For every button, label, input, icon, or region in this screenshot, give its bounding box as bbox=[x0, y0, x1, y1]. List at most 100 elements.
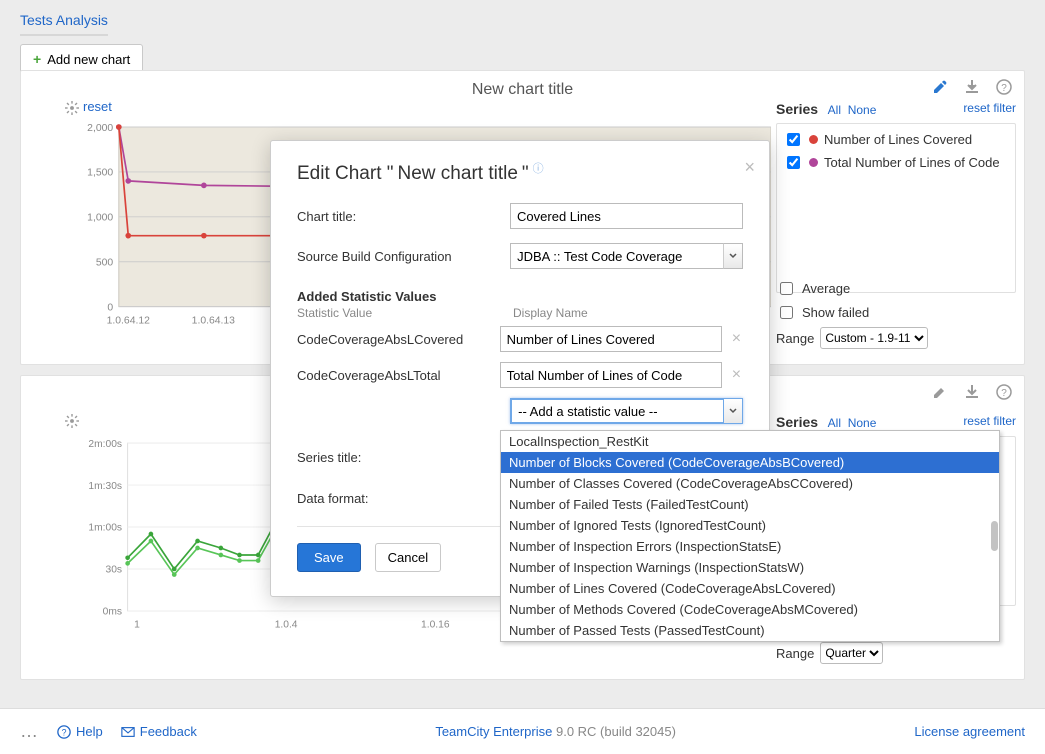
statistic-value-name: CodeCoverageAbsLTotal bbox=[297, 368, 500, 383]
series-none-link[interactable]: None bbox=[848, 416, 877, 430]
series-color-dot bbox=[809, 135, 818, 144]
svg-text:1m:30s: 1m:30s bbox=[88, 481, 122, 492]
svg-text:1.0.4: 1.0.4 bbox=[275, 620, 298, 631]
series-item[interactable]: Total Number of Lines of Code bbox=[783, 151, 1009, 174]
series-all-link[interactable]: All bbox=[828, 103, 841, 117]
remove-icon[interactable]: × bbox=[730, 330, 743, 348]
display-name-subheading: Display Name bbox=[513, 306, 588, 320]
dropdown-option[interactable]: Number of Inspection Warnings (Inspectio… bbox=[501, 557, 999, 578]
more-icon[interactable]: … bbox=[20, 721, 39, 742]
dropdown-option[interactable]: Number of Failed Tests (FailedTestCount) bbox=[501, 494, 999, 515]
dropdown-option[interactable]: Number of Classes Covered (CodeCoverageA… bbox=[501, 473, 999, 494]
svg-text:1.0.64.12: 1.0.64.12 bbox=[107, 316, 150, 327]
help-link[interactable]: ? Help bbox=[57, 724, 103, 739]
download-icon[interactable] bbox=[964, 79, 980, 95]
dropdown-option[interactable]: LocalInspection_RestKit bbox=[501, 431, 999, 452]
series-all-link[interactable]: All bbox=[828, 416, 841, 430]
svg-text:1m:00s: 1m:00s bbox=[88, 523, 122, 534]
chart-title-input[interactable] bbox=[510, 203, 743, 229]
add-new-chart-label: Add new chart bbox=[47, 52, 130, 67]
source-build-combo[interactable] bbox=[510, 243, 743, 269]
footer: … ? Help Feedback TeamCity Enterprise 9.… bbox=[0, 708, 1045, 754]
add-statistic-combo[interactable] bbox=[510, 398, 743, 424]
average-checkbox[interactable] bbox=[780, 282, 793, 295]
chart-title-label: Chart title: bbox=[297, 209, 510, 224]
chart1-title: New chart title bbox=[21, 71, 1024, 99]
series-none-link[interactable]: None bbox=[848, 103, 877, 117]
statistic-value-subheading: Statistic Value bbox=[297, 306, 513, 320]
statistic-dropdown[interactable]: LocalInspection_RestKitNumber of Blocks … bbox=[500, 430, 1000, 642]
license-link[interactable]: License agreement bbox=[914, 724, 1025, 739]
reset-filter-link[interactable]: reset filter bbox=[963, 414, 1016, 428]
svg-text:1.0.16: 1.0.16 bbox=[421, 620, 450, 631]
plus-icon: + bbox=[33, 51, 41, 67]
series-checkbox[interactable] bbox=[787, 133, 800, 146]
close-icon[interactable]: × bbox=[744, 157, 755, 178]
display-name-input[interactable] bbox=[500, 326, 722, 352]
svg-text:1,000: 1,000 bbox=[87, 213, 113, 224]
source-build-label: Source Build Configuration bbox=[297, 249, 510, 264]
range-label: Range bbox=[776, 646, 814, 661]
help-icon[interactable]: ? bbox=[996, 384, 1012, 400]
added-values-heading: Added Statistic Values bbox=[297, 289, 513, 304]
cancel-button[interactable]: Cancel bbox=[375, 543, 441, 572]
dropdown-option[interactable]: Number of Ignored Tests (IgnoredTestCoun… bbox=[501, 515, 999, 536]
chevron-down-icon[interactable] bbox=[723, 243, 743, 269]
edit-icon[interactable] bbox=[932, 79, 948, 95]
svg-text:0ms: 0ms bbox=[103, 607, 122, 618]
svg-text:1: 1 bbox=[134, 620, 140, 631]
series-header: Series bbox=[776, 414, 818, 430]
series-label: Number of Lines Covered bbox=[824, 132, 972, 147]
save-button[interactable]: Save bbox=[297, 543, 361, 572]
dropdown-option[interactable]: Number of Blocks Covered (CodeCoverageAb… bbox=[501, 452, 999, 473]
series-label: Total Number of Lines of Code bbox=[824, 155, 1000, 170]
statistic-row: CodeCoverageAbsLCovered × bbox=[297, 326, 743, 352]
series-list: Number of Lines Covered Total Number of L… bbox=[776, 123, 1016, 293]
svg-text:30s: 30s bbox=[105, 565, 122, 576]
reset-zoom-link[interactable]: reset bbox=[83, 99, 112, 114]
scrollbar-thumb[interactable] bbox=[991, 521, 998, 551]
show-failed-label: Show failed bbox=[802, 305, 869, 320]
feedback-link[interactable]: Feedback bbox=[121, 724, 197, 739]
dialog-help-icon[interactable]: ⓘ bbox=[533, 160, 544, 176]
download-icon[interactable] bbox=[964, 384, 980, 400]
edit-icon[interactable] bbox=[932, 384, 948, 400]
dialog-title: Edit Chart "New chart title" ⓘ bbox=[297, 163, 743, 185]
svg-text:500: 500 bbox=[96, 258, 114, 269]
gear-icon[interactable] bbox=[65, 101, 79, 115]
product-link[interactable]: TeamCity Enterprise bbox=[435, 724, 552, 739]
help-icon[interactable]: ? bbox=[996, 79, 1012, 95]
series-color-dot bbox=[809, 158, 818, 167]
svg-text:1,500: 1,500 bbox=[87, 168, 113, 179]
gear-icon[interactable] bbox=[65, 414, 79, 428]
reset-filter-link[interactable]: reset filter bbox=[963, 101, 1016, 115]
statistic-row: CodeCoverageAbsLTotal × bbox=[297, 362, 743, 388]
version-text: 9.0 RC (build 32045) bbox=[552, 724, 676, 739]
series-title-label: Series title: bbox=[297, 450, 513, 465]
series-header: Series bbox=[776, 101, 818, 117]
dropdown-option[interactable]: Number of Methods Covered (CodeCoverageA… bbox=[501, 599, 999, 620]
series-checkbox[interactable] bbox=[787, 156, 800, 169]
svg-text:2,000: 2,000 bbox=[87, 123, 113, 134]
svg-text:?: ? bbox=[1001, 83, 1007, 94]
svg-text:?: ? bbox=[62, 727, 67, 737]
svg-text:2m:00s: 2m:00s bbox=[88, 439, 122, 450]
show-failed-checkbox[interactable] bbox=[780, 306, 793, 319]
range-select[interactable]: Custom - 1.9-11 bbox=[820, 327, 928, 349]
chevron-down-icon[interactable] bbox=[723, 398, 743, 424]
series-item[interactable]: Number of Lines Covered bbox=[783, 128, 1009, 151]
range-label: Range bbox=[776, 331, 814, 346]
display-name-input[interactable] bbox=[500, 362, 722, 388]
tests-analysis-link[interactable]: Tests Analysis bbox=[20, 12, 108, 36]
dropdown-option[interactable]: Number of Lines Covered (CodeCoverageAbs… bbox=[501, 578, 999, 599]
range-select[interactable]: Quarter bbox=[820, 642, 883, 664]
statistic-value-name: CodeCoverageAbsLCovered bbox=[297, 332, 500, 347]
data-format-label: Data format: bbox=[297, 491, 513, 506]
svg-text:?: ? bbox=[1001, 388, 1007, 399]
svg-text:1.0.64.13: 1.0.64.13 bbox=[192, 316, 235, 327]
svg-text:0: 0 bbox=[107, 302, 113, 313]
dropdown-option[interactable]: Number of Passed Tests (PassedTestCount) bbox=[501, 620, 999, 641]
dropdown-option[interactable]: Number of Inspection Errors (InspectionS… bbox=[501, 536, 999, 557]
average-label: Average bbox=[802, 281, 850, 296]
remove-icon[interactable]: × bbox=[730, 366, 743, 384]
